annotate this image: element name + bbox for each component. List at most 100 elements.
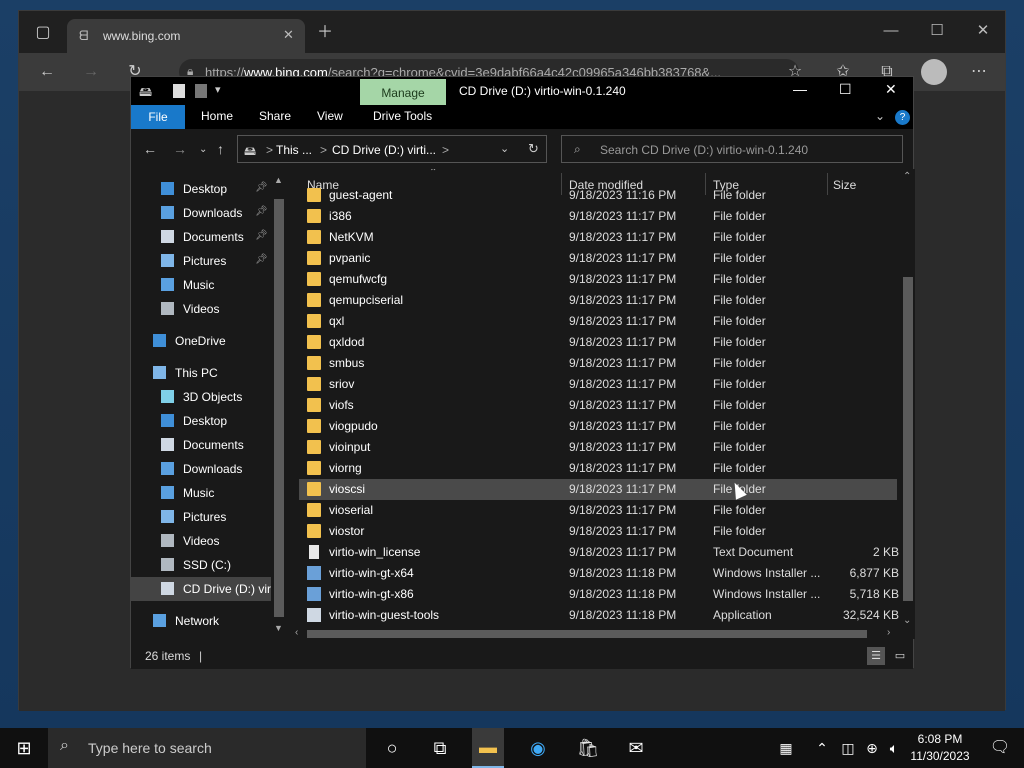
nav-forward-icon[interactable]: →: [173, 141, 187, 157]
file-list-scrollbar[interactable]: ⌃ ⌄: [901, 169, 915, 639]
file-row[interactable]: qxl 9/18/2023 11:17 PM File folder: [299, 311, 897, 332]
close-icon[interactable]: ✕: [963, 17, 1003, 45]
scrollbar-thumb[interactable]: [307, 630, 867, 638]
navigation-pane-scrollbar[interactable]: ▲ ▼: [271, 169, 287, 639]
sidebar-item-pictures[interactable]: Pictures 📌︎: [131, 249, 271, 273]
scrollbar-thumb[interactable]: [274, 199, 284, 617]
scroll-left-icon[interactable]: ‹: [295, 627, 298, 638]
edge-tab[interactable]: ᗺ www.bing.com ✕: [67, 19, 305, 53]
forward-icon[interactable]: →: [77, 60, 105, 84]
file-row[interactable]: virtio-win-gt-x64 9/18/2023 11:18 PM Windo…: [299, 563, 899, 584]
sidebar-item-downloads[interactable]: Downloads 📌︎: [131, 201, 271, 225]
sidebar-item-desktop[interactable]: Desktop 📌︎: [131, 177, 271, 201]
sidebar-item-documents[interactable]: Documents: [131, 433, 271, 457]
sidebar-item-network[interactable]: Network: [131, 609, 271, 633]
file-row[interactable]: guest-agent 9/18/2023 11:16 PM File folder: [299, 185, 897, 206]
scroll-right-icon[interactable]: ›: [887, 627, 890, 638]
file-row[interactable]: sriov 9/18/2023 11:17 PM File folder: [299, 374, 897, 395]
scroll-up-icon[interactable]: ⌃: [903, 171, 911, 182]
explorer-close-icon[interactable]: ✕: [885, 81, 897, 98]
file-row[interactable]: virtio-win-guest-tools 9/18/2023 11:18 PM…: [299, 605, 899, 626]
sidebar-item-onedrive[interactable]: OneDrive: [131, 329, 271, 353]
sidebar-item-videos[interactable]: Videos: [131, 529, 271, 553]
file-row[interactable]: smbus 9/18/2023 11:17 PM File folder: [299, 353, 897, 374]
scroll-down-icon[interactable]: ⌄: [903, 615, 911, 626]
sidebar-item-this-pc[interactable]: This PC: [131, 361, 271, 385]
scroll-down-icon[interactable]: ▼: [274, 623, 283, 633]
file-row[interactable]: vioscsi 9/18/2023 11:17 PM File folder: [299, 479, 897, 500]
back-icon[interactable]: ←: [33, 60, 61, 84]
sidebar-item-music[interactable]: Music: [131, 481, 271, 505]
tab-actions-icon[interactable]: ▢: [29, 21, 57, 45]
mail-icon[interactable]: ✉: [620, 736, 652, 760]
file-row[interactable]: virtio-win-gt-x86 9/18/2023 11:18 PM Windo…: [299, 584, 899, 605]
new-folder-icon[interactable]: [195, 84, 207, 98]
file-row[interactable]: viostor 9/18/2023 11:17 PM File folder: [299, 521, 897, 542]
nav-back-icon[interactable]: ←: [143, 141, 157, 157]
quick-access-dropdown-icon[interactable]: ▾: [215, 83, 221, 96]
address-dropdown-icon[interactable]: ⌄: [500, 142, 509, 155]
cortana-icon[interactable]: ○: [376, 736, 408, 760]
new-tab-icon[interactable]: ＋: [311, 21, 339, 45]
scroll-up-icon[interactable]: ▲: [274, 175, 283, 185]
sidebar-item-cd-drive-d-virt[interactable]: CD Drive (D:) virt: [131, 577, 271, 601]
sidebar-item-downloads[interactable]: Downloads: [131, 457, 271, 481]
scrollbar-thumb[interactable]: [903, 277, 913, 601]
address-refresh-icon[interactable]: ↻: [528, 141, 539, 157]
sidebar-item-3d-objects[interactable]: 3D Objects: [131, 385, 271, 409]
system-clock[interactable]: 6:08 PM 11/30/2023: [898, 731, 982, 765]
file-row[interactable]: qxldod 9/18/2023 11:17 PM File folder: [299, 332, 897, 353]
maximize-icon[interactable]: ☐: [917, 17, 957, 45]
file-row[interactable]: pvpanic 9/18/2023 11:17 PM File folder: [299, 248, 897, 269]
close-tab-icon[interactable]: ✕: [283, 27, 294, 43]
ribbon-expand-icon[interactable]: ⌄: [875, 109, 885, 123]
search-box[interactable]: ⌕ Search CD Drive (D:) virtio-win-0.1.24…: [561, 135, 903, 163]
explorer-minimize-icon[interactable]: —: [793, 81, 807, 97]
ribbon-tab-file[interactable]: File: [131, 105, 185, 129]
help-icon[interactable]: ?: [895, 110, 910, 125]
sidebar-item-documents[interactable]: Documents 📌︎: [131, 225, 271, 249]
manage-context-tab[interactable]: Manage: [360, 79, 446, 107]
file-row[interactable]: vioinput 9/18/2023 11:17 PM File folder: [299, 437, 897, 458]
sidebar-item-ssd-c[interactable]: SSD (C:): [131, 553, 271, 577]
start-icon[interactable]: ⊞: [8, 736, 40, 760]
large-icons-view-icon[interactable]: ▭: [891, 647, 909, 665]
recent-locations-icon[interactable]: ⌄: [199, 144, 207, 155]
breadcrumb-cd-drive[interactable]: CD Drive (D:) virti...: [332, 143, 436, 157]
sidebar-item-pictures[interactable]: Pictures: [131, 505, 271, 529]
notifications-icon[interactable]: 🗨︎: [984, 736, 1016, 760]
ribbon-tab-drive-tools[interactable]: Drive Tools: [373, 109, 432, 123]
more-icon[interactable]: ⋯: [965, 60, 993, 84]
file-explorer-taskbar-icon[interactable]: ▬: [472, 728, 504, 768]
file-row[interactable]: viorng 9/18/2023 11:17 PM File folder: [299, 458, 897, 479]
sidebar-item-desktop[interactable]: Desktop: [131, 409, 271, 433]
explorer-maximize-icon[interactable]: ☐: [839, 81, 852, 98]
address-box[interactable]: 🖴︎ > This ... > CD Drive (D:) virti... >…: [237, 135, 547, 163]
store-icon[interactable]: 🛍︎: [572, 736, 604, 760]
properties-icon[interactable]: [173, 84, 185, 98]
profile-avatar[interactable]: [921, 59, 947, 85]
task-view-icon[interactable]: ⧉: [424, 736, 456, 760]
file-row[interactable]: qemufwcfg 9/18/2023 11:17 PM File folder: [299, 269, 897, 290]
details-view-icon[interactable]: ☰: [867, 647, 885, 665]
nav-up-icon[interactable]: ↑: [217, 141, 224, 157]
folder-icon: [307, 209, 321, 223]
sidebar-item-videos[interactable]: Videos: [131, 297, 271, 321]
file-row[interactable]: NetKVM 9/18/2023 11:17 PM File folder: [299, 227, 897, 248]
input-indicator-icon[interactable]: ▦: [770, 736, 802, 760]
file-row[interactable]: virtio-win_license 9/18/2023 11:17 PM Text…: [299, 542, 899, 563]
minimize-icon[interactable]: —: [871, 17, 911, 45]
file-row[interactable]: i386 9/18/2023 11:17 PM File folder: [299, 206, 897, 227]
horizontal-scrollbar[interactable]: ‹ ›: [295, 627, 899, 641]
file-row[interactable]: qemupciserial 9/18/2023 11:17 PM File fold…: [299, 290, 897, 311]
file-row[interactable]: viofs 9/18/2023 11:17 PM File folder: [299, 395, 897, 416]
sidebar-item-music[interactable]: Music: [131, 273, 271, 297]
file-row[interactable]: viogpudo 9/18/2023 11:17 PM File folder: [299, 416, 897, 437]
file-row[interactable]: vioserial 9/18/2023 11:17 PM File folder: [299, 500, 897, 521]
ribbon-tab-share[interactable]: Share: [259, 109, 291, 123]
edge-taskbar-icon[interactable]: ◉: [522, 736, 554, 760]
breadcrumb-this-pc[interactable]: This ...: [276, 143, 312, 157]
ribbon-tab-home[interactable]: Home: [201, 109, 233, 123]
taskbar-search[interactable]: ⌕ Type here to search: [48, 728, 366, 768]
ribbon-tab-view[interactable]: View: [317, 109, 343, 123]
